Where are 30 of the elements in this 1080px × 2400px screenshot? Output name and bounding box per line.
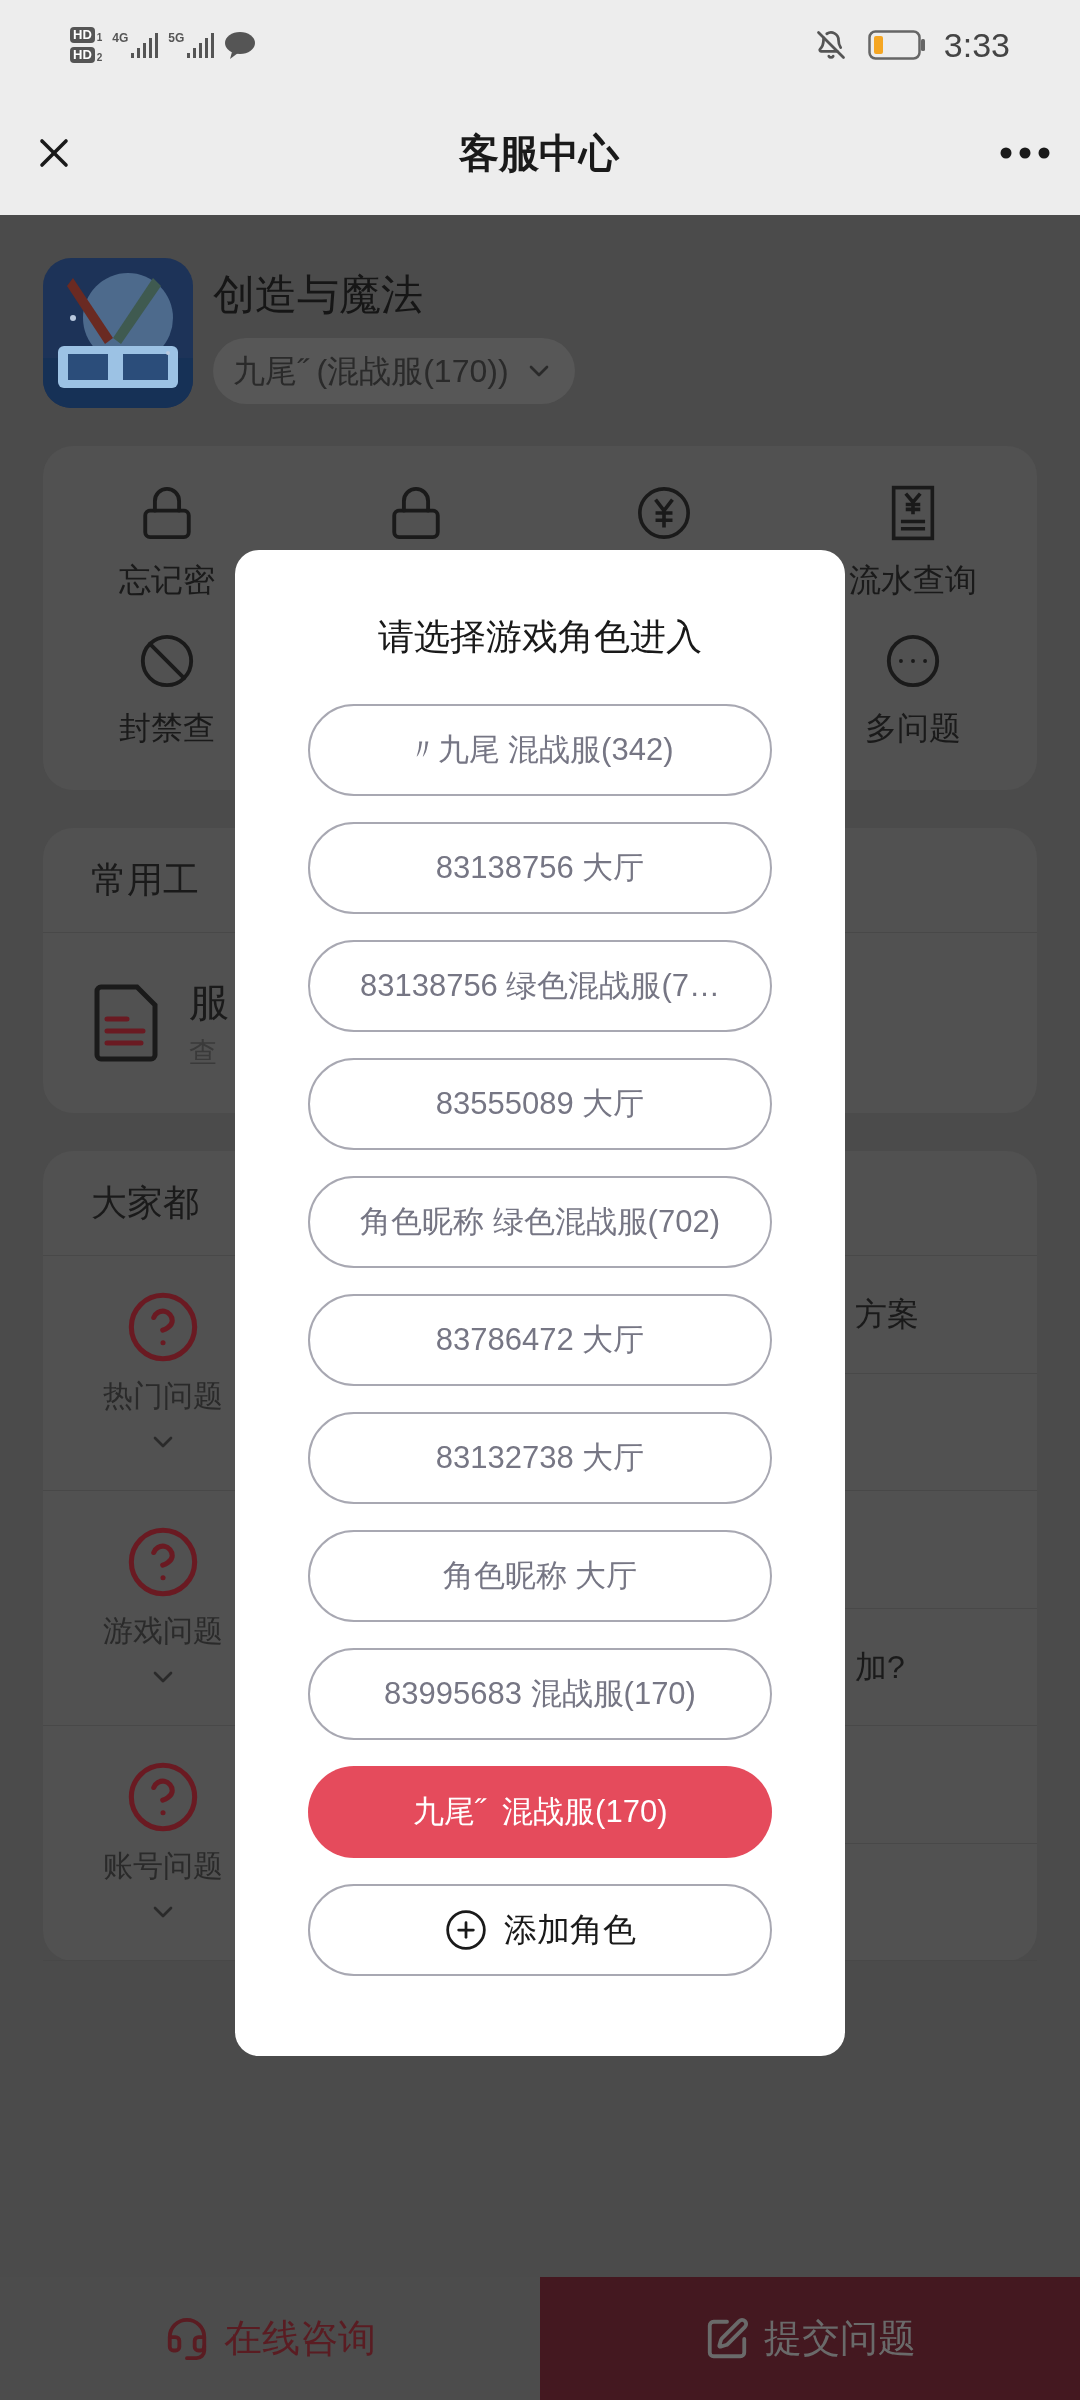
battery-icon [867, 30, 926, 60]
add-role-button[interactable]: 添加角色 [308, 1884, 772, 1976]
signal-icon [130, 31, 159, 59]
signal-icon [186, 31, 215, 59]
submit-button[interactable]: 提交问题 [540, 2277, 1080, 2400]
bell-off-icon [815, 30, 846, 60]
role-option[interactable]: 83555089 大厅 [308, 1058, 772, 1150]
sim-slot: 1 [96, 32, 103, 43]
role-option[interactable]: 角色昵称 绿色混战服(702) [308, 1176, 772, 1268]
role-option[interactable]: 九尾˝ 混战服(170) [308, 1766, 772, 1858]
dialog-title: 请选择游戏角色进入 [378, 615, 702, 659]
role-option[interactable]: 〃九尾 混战服(342) [308, 704, 772, 796]
role-option[interactable]: 角色昵称 大厅 [308, 1530, 772, 1622]
hd-badge: HD [70, 47, 95, 63]
role-option[interactable]: 83138756 绿色混战服(7… [308, 940, 772, 1032]
document-icon [93, 983, 159, 1063]
page-title: 客服中心 [458, 129, 621, 177]
role-option[interactable]: 83138756 大厅 [308, 822, 772, 914]
status-time: 3:33 [943, 24, 1010, 66]
hd-badge: HD [70, 27, 95, 43]
role-option[interactable]: 83995683 混战服(170) [308, 1648, 772, 1740]
network-label: 5G [168, 31, 185, 45]
network-label: 4G [112, 31, 129, 45]
more-button[interactable] [1000, 146, 1050, 159]
sim-slot: 2 [96, 52, 103, 63]
message-icon [224, 30, 257, 60]
more-icon [1000, 146, 1050, 159]
plus-circle-icon [444, 1908, 488, 1952]
role-option[interactable]: 83786472 大厅 [308, 1294, 772, 1386]
role-option[interactable]: 83132738 大厅 [308, 1412, 772, 1504]
